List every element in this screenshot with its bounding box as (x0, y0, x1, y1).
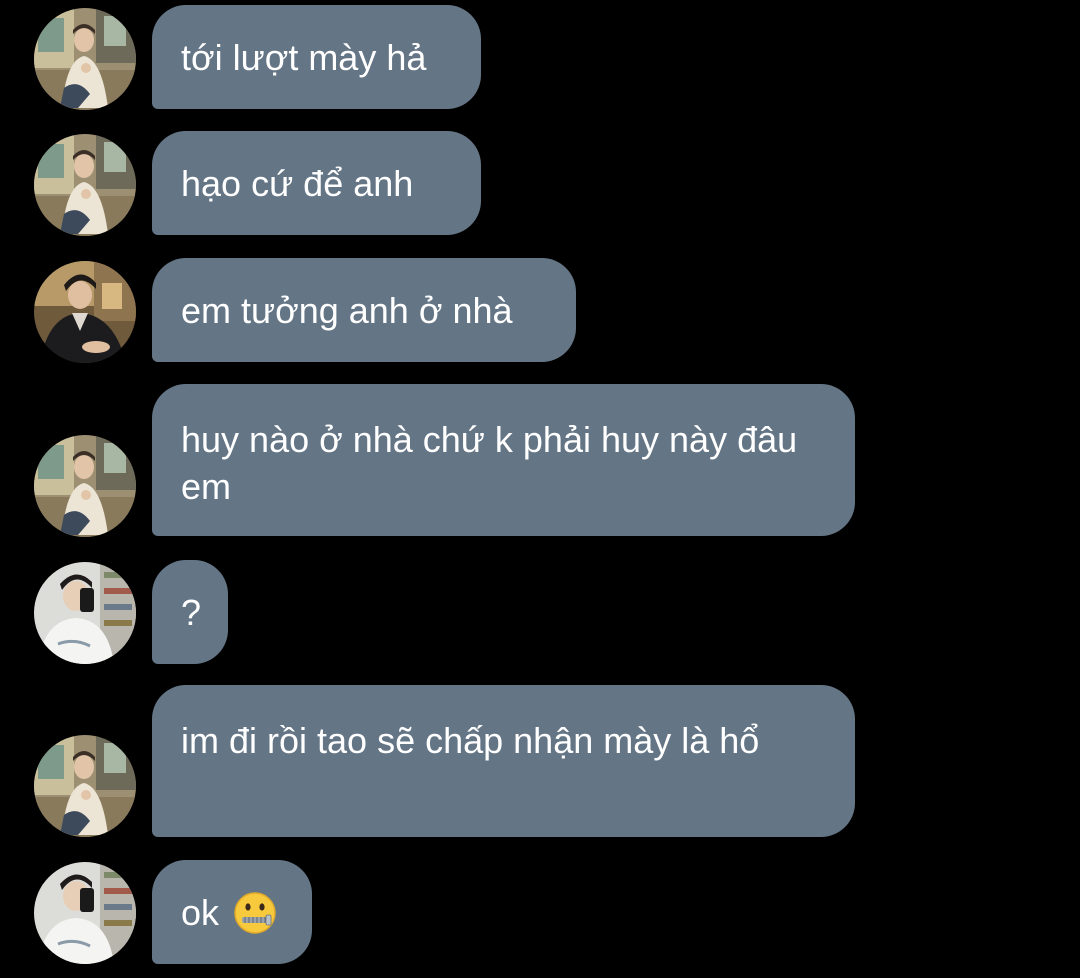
message-text: ok (181, 892, 220, 933)
message-bubble[interactable]: ? (152, 560, 228, 664)
zipper-mouth-face-icon (234, 892, 276, 934)
avatar[interactable] (34, 862, 136, 964)
message-bubble[interactable]: hạo cứ để anh (152, 131, 481, 235)
message-bubble[interactable]: tới lượt mày hả (152, 5, 481, 109)
message-text: tới lượt mày hả (181, 37, 427, 78)
avatar[interactable] (34, 134, 136, 236)
message-text: im đi rồi tao sẽ chấp nhận mày là hổ (181, 720, 760, 761)
message-bubble[interactable]: em tưởng anh ở nhà (152, 258, 576, 362)
message-bubble[interactable]: huy nào ở nhà chứ k phải huy này đâu em (152, 384, 855, 536)
message-bubble[interactable]: im đi rồi tao sẽ chấp nhận mày là hổ (152, 685, 855, 837)
message-text: ? (181, 592, 202, 633)
avatar[interactable] (34, 562, 136, 664)
message-text: hạo cứ để anh (181, 163, 414, 204)
avatar[interactable] (34, 435, 136, 537)
message-bubble[interactable]: ok (152, 860, 312, 964)
avatar[interactable] (34, 8, 136, 110)
avatar[interactable] (34, 261, 136, 363)
message-text: em tưởng anh ở nhà (181, 290, 513, 331)
message-text: huy nào ở nhà chứ k phải huy này đâu em (181, 419, 798, 507)
avatar[interactable] (34, 735, 136, 837)
chat-thread: tới lượt mày hả hạo cứ để anh em tưởng a… (0, 0, 1080, 978)
